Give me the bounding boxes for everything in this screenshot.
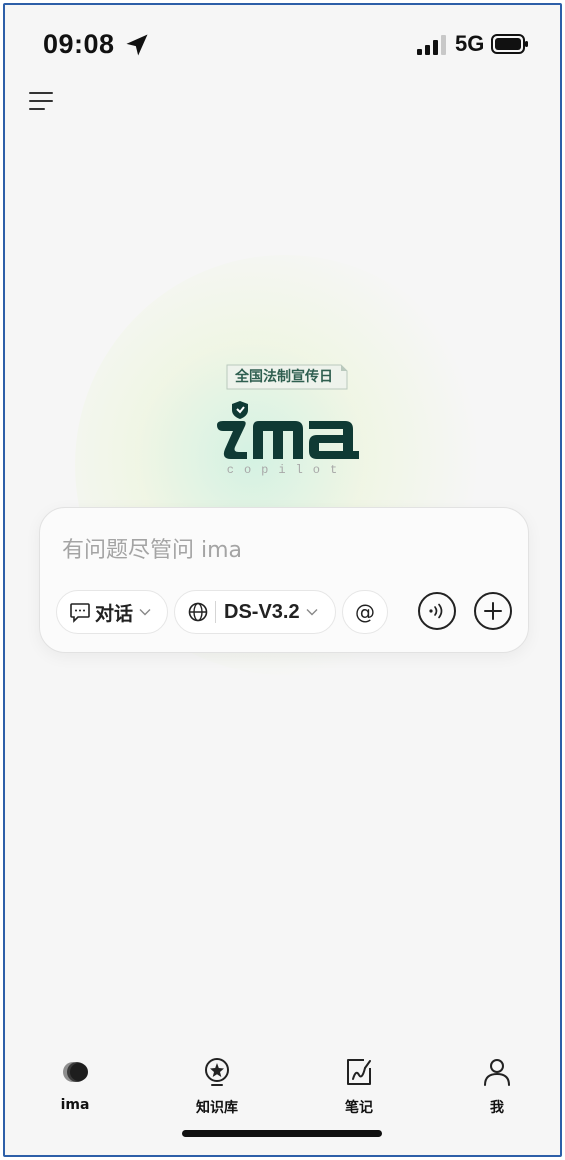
chip-divider <box>215 601 216 623</box>
app-screen: 09:08 5G 全国法制宣传日 copilot 有问题尽管问 ima 对话 D… <box>3 3 562 1157</box>
notes-icon <box>347 1059 371 1085</box>
tab-notes-label: 笔记 <box>345 1100 373 1116</box>
logo-subtitle: copilot <box>226 463 348 477</box>
logo-badge-text: 全国法制宣传日 <box>235 369 333 385</box>
signal-icon <box>417 35 446 55</box>
chat-input-card[interactable]: 有问题尽管问 ima 对话 DS-V3.2 @ <box>39 507 529 653</box>
ima-logo <box>217 401 359 459</box>
mode-selector[interactable]: 对话 <box>56 590 168 634</box>
add-button[interactable] <box>474 592 512 630</box>
knowledge-icon <box>205 1058 229 1086</box>
logo-badge: 全国法制宣传日 <box>223 361 353 393</box>
voice-wave-icon <box>429 603 443 619</box>
model-selector[interactable]: DS-V3.2 <box>174 590 336 634</box>
chat-input[interactable]: 有问题尽管问 ima <box>62 532 242 564</box>
tab-ima[interactable]: ima <box>35 1055 115 1113</box>
at-icon: @ <box>355 600 375 624</box>
location-arrow-icon <box>126 34 148 56</box>
bottom-nav: ima 知识库 笔记 我 <box>5 1055 560 1125</box>
mention-button[interactable]: @ <box>342 590 388 634</box>
plus-icon <box>484 602 502 620</box>
network-type: 5G <box>455 31 485 56</box>
chevron-down-icon <box>139 609 151 616</box>
mode-label: 对话 <box>95 602 134 625</box>
home-indicator[interactable] <box>182 1130 382 1137</box>
globe-icon <box>188 602 208 622</box>
tab-ima-label: ima <box>60 1097 90 1113</box>
status-bar: 09:08 5G <box>5 5 560 85</box>
status-time: 09:08 <box>43 29 115 59</box>
tab-knowledge[interactable]: 知识库 <box>177 1055 257 1117</box>
tab-notes[interactable]: 笔记 <box>319 1055 399 1117</box>
tab-profile[interactable]: 我 <box>457 1055 537 1117</box>
tab-profile-label: 我 <box>490 1100 504 1116</box>
tab-knowledge-label: 知识库 <box>196 1100 238 1116</box>
chevron-down-icon <box>306 609 318 616</box>
menu-icon[interactable] <box>27 87 57 117</box>
voice-button[interactable] <box>418 592 456 630</box>
chat-bubble-icon <box>70 603 90 623</box>
battery-icon <box>491 34 528 54</box>
profile-icon <box>484 1059 510 1086</box>
model-label: DS-V3.2 <box>224 600 300 623</box>
ima-logo-icon <box>63 1062 88 1082</box>
